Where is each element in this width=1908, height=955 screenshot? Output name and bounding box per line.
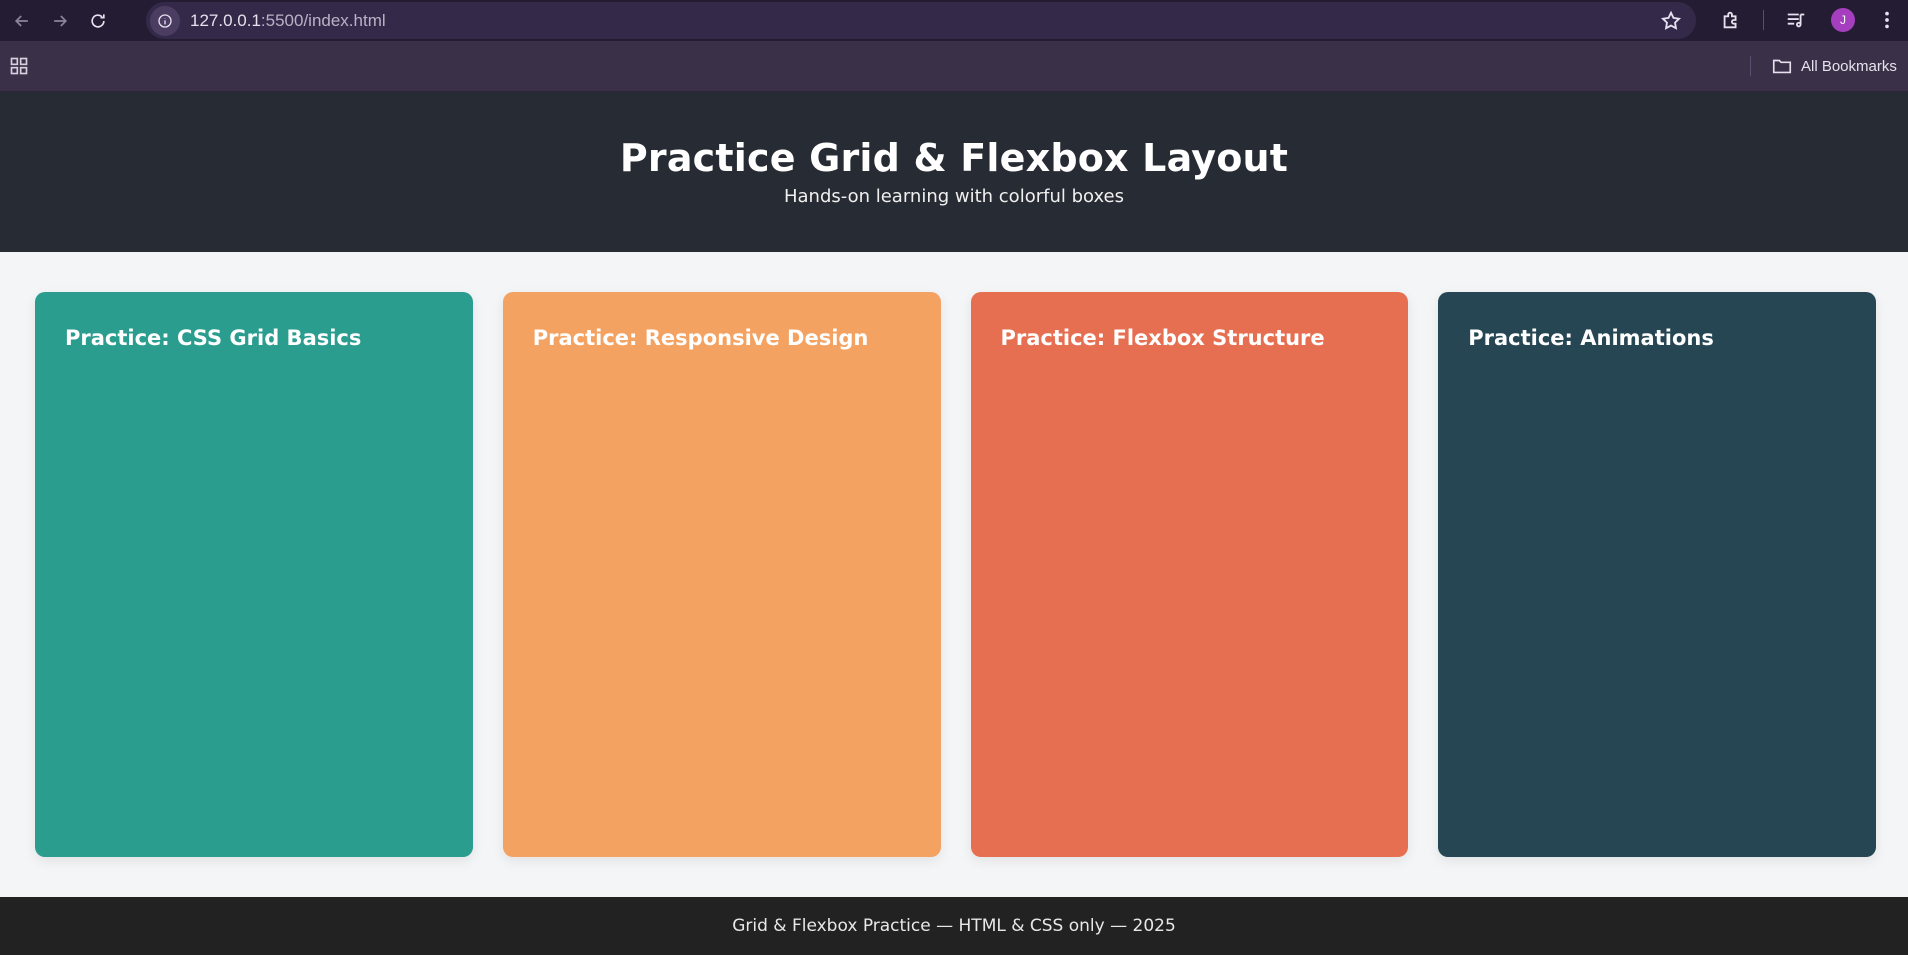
card-css-grid-basics: Practice: CSS Grid Basics — [35, 292, 473, 857]
media-controls-button[interactable] — [1784, 8, 1808, 32]
footer-text: Grid & Flexbox Practice — HTML & CSS onl… — [732, 916, 1176, 936]
forward-button[interactable] — [44, 5, 76, 37]
bookmarks-bar — [0, 41, 1908, 92]
puzzle-icon — [1723, 11, 1737, 29]
card-animations: Practice: Animations — [1438, 292, 1876, 857]
toolbar-divider — [1763, 10, 1764, 30]
profile-avatar[interactable]: J — [1831, 8, 1855, 32]
arrow-right-icon — [54, 14, 68, 27]
back-button[interactable] — [6, 5, 38, 37]
page-title: Practice Grid & Flexbox Layout — [619, 136, 1289, 180]
info-icon — [158, 13, 172, 28]
extensions-button[interactable] — [1719, 8, 1743, 32]
url-host: 127.0.0.1 — [190, 10, 261, 30]
arrow-left-icon — [14, 14, 28, 27]
reload-button[interactable] — [82, 5, 114, 37]
card-grid: Practice: CSS Grid Basics Practice: Resp… — [35, 292, 1876, 857]
card-title: Practice: CSS Grid Basics — [65, 326, 362, 350]
page-footer: Grid & Flexbox Practice — HTML & CSS onl… — [0, 897, 1908, 955]
page-header: Practice Grid & Flexbox Layout Hands-on … — [0, 92, 1908, 252]
card-title: Practice: Flexbox Structure — [1000, 326, 1325, 350]
all-bookmarks-button[interactable]: All Bookmarks — [1771, 55, 1897, 77]
site-info-button[interactable] — [150, 5, 180, 36]
star-icon — [1660, 10, 1682, 30]
browser-menu-button[interactable] — [1875, 8, 1899, 32]
card-flexbox-structure: Practice: Flexbox Structure — [970, 292, 1409, 857]
more-vert-icon — [1885, 11, 1889, 29]
card-title: Practice: Responsive Design — [532, 326, 869, 350]
all-bookmarks-label: All Bookmarks — [1801, 57, 1897, 75]
url-text[interactable]: 127.0.0.1:5500/index.html — [190, 11, 386, 31]
bookmark-star-button[interactable] — [1660, 10, 1682, 32]
reload-icon — [91, 13, 105, 28]
url-path: :5500/index.html — [260, 10, 386, 30]
address-bar[interactable]: 127.0.0.1:5500/index.html — [146, 2, 1696, 39]
page-subtitle: Hands-on learning with colorful boxes — [783, 186, 1125, 207]
card-responsive-design: Practice: Responsive Design — [502, 292, 941, 857]
queue-music-icon — [1787, 13, 1805, 28]
card-title: Practice: Animations — [1468, 326, 1714, 350]
folder-icon — [1772, 59, 1792, 74]
apps-grid-icon — [10, 57, 28, 75]
apps-button[interactable] — [9, 56, 29, 76]
bookmarks-divider — [1750, 56, 1751, 76]
